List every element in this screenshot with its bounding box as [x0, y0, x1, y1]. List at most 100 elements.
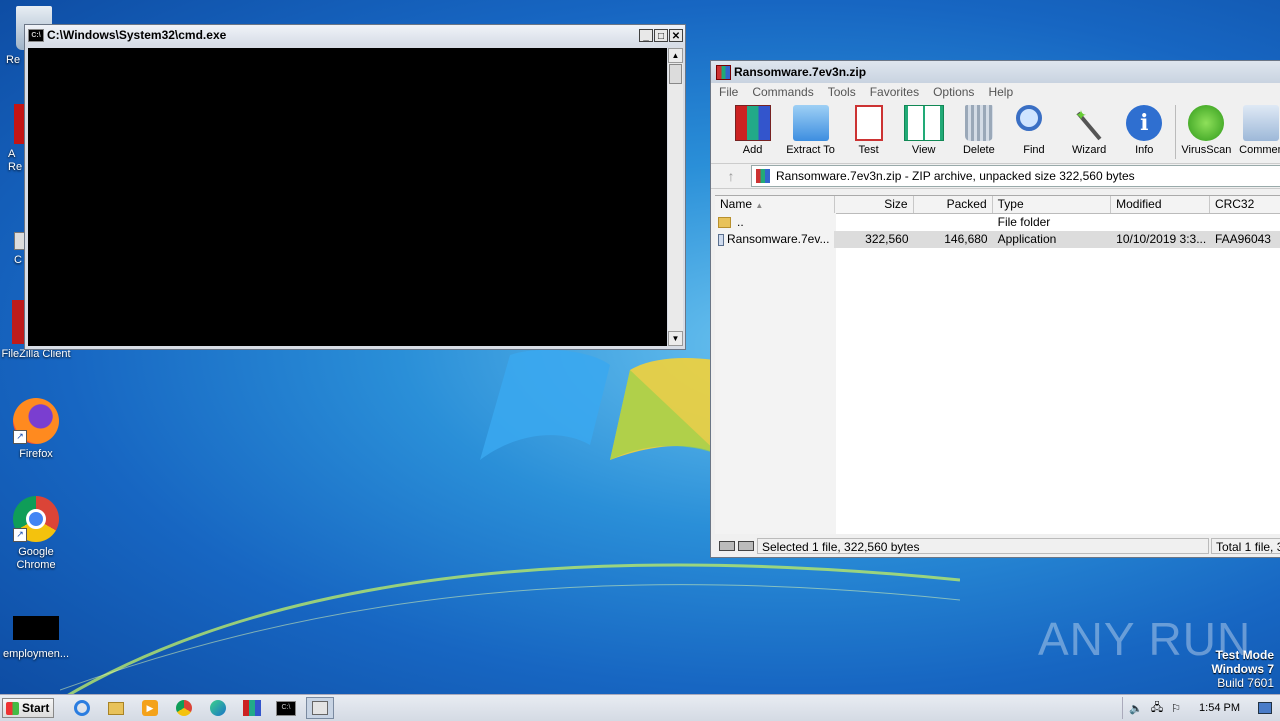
archive-path-field[interactable]: Ransomware.7ev3n.zip - ZIP archive, unpa… [751, 165, 1280, 187]
row-modified [1111, 214, 1210, 231]
column-crc32[interactable]: CRC32 [1210, 196, 1280, 213]
column-name[interactable]: Name ▲ [715, 196, 835, 213]
archive-path-text: Ransomware.7ev3n.zip - ZIP archive, unpa… [776, 169, 1135, 183]
action-center-flag-icon[interactable]: ⚐ [1171, 702, 1181, 715]
scroll-thumb[interactable] [669, 64, 682, 84]
file-list-header: Name ▲ Size Packed Type Modified CRC32 [715, 196, 1280, 214]
taskbar-explorer-button[interactable] [102, 697, 130, 719]
column-type[interactable]: Type [993, 196, 1112, 213]
winrar-window[interactable]: Ransomware.7ev3n.zip File Commands Tools… [710, 60, 1280, 558]
clock[interactable]: 1:54 PM [1199, 702, 1240, 714]
toolbar-label: Wizard [1072, 144, 1107, 156]
toolbar-label: Add [742, 144, 763, 156]
desktop-icon-firefox[interactable]: ↗ Firefox [0, 398, 72, 461]
column-name-label: Name [720, 197, 753, 211]
menu-commands[interactable]: Commands [752, 85, 813, 99]
row-modified: 10/10/2019 3:3... [1116, 232, 1207, 246]
cmd-title-text: C:\Windows\System32\cmd.exe [47, 28, 227, 42]
show-desktop-icon[interactable] [1258, 702, 1272, 714]
network-icon[interactable]: 🖧 [1151, 699, 1163, 718]
os-label: Windows 7 [1211, 662, 1274, 676]
scroll-up-icon[interactable]: ▲ [668, 48, 683, 63]
taskbar-winrar-button[interactable] [238, 697, 266, 719]
cmd-window[interactable]: C:\ C:\Windows\System32\cmd.exe _ □ ✕ ▲ … [24, 24, 686, 350]
toolbar-separator [1174, 105, 1176, 159]
toolbar-label: Commen [1239, 144, 1280, 156]
desktop-icon-label: Google Chrome [16, 546, 56, 571]
row-size: 322,560 [865, 232, 909, 246]
wizard-wand-icon: ✦ [1071, 105, 1107, 141]
shortcut-arrow-icon: ↗ [13, 528, 27, 542]
toolbar-label: Info [1135, 144, 1154, 156]
sort-up-icon: ▲ [755, 201, 764, 210]
taskbar-edge-button[interactable] [204, 697, 232, 719]
menu-tools[interactable]: Tools [828, 85, 856, 99]
menu-help[interactable]: Help [988, 85, 1013, 99]
name-column-background [715, 213, 836, 534]
menu-favorites[interactable]: Favorites [870, 85, 919, 99]
winrar-title-text: Ransomware.7ev3n.zip [734, 65, 867, 79]
taskbar-cmd-button[interactable]: C:\ [272, 697, 300, 719]
cmd-scrollbar[interactable]: ▲ ▼ [668, 48, 683, 346]
virusscan-icon [1188, 105, 1225, 141]
toolbar-label: Delete [962, 144, 995, 156]
info-icon: i [1126, 105, 1163, 141]
row-type: File folder [997, 215, 1051, 229]
row-crc: FAA96043 [1214, 232, 1271, 246]
toolbar-virusscan-button[interactable]: VirusScan [1179, 101, 1234, 156]
column-modified[interactable]: Modified [1111, 196, 1210, 213]
up-arrow-icon[interactable]: ↑ [711, 168, 751, 184]
column-size[interactable]: Size [835, 196, 914, 213]
row-type: Application [997, 232, 1057, 246]
winrar-titlebar[interactable]: Ransomware.7ev3n.zip [711, 61, 1280, 83]
volume-icon[interactable]: 🔈 [1129, 702, 1143, 715]
toolbar-test-button[interactable]: Test [841, 101, 896, 156]
wallpaper-swoosh [60, 563, 960, 700]
app-window-icon [312, 701, 328, 715]
table-row[interactable]: .. File folder [715, 214, 1280, 231]
taskbar-media-player-button[interactable]: ▶ [136, 697, 164, 719]
close-icon[interactable]: ✕ [669, 28, 683, 42]
archive-mini-icon [756, 169, 770, 183]
cmd-console[interactable] [28, 48, 667, 346]
scroll-down-icon[interactable]: ▼ [668, 331, 683, 346]
toolbar-wizard-button[interactable]: ✦ Wizard [1062, 101, 1117, 156]
menu-file[interactable]: File [719, 85, 738, 99]
toolbar-add-button[interactable]: Add [725, 101, 780, 156]
test-mode-notice: Test Mode Windows 7 Build 7601 [1211, 648, 1274, 690]
winrar-address-bar: ↑ Ransomware.7ev3n.zip - ZIP archive, un… [711, 164, 1280, 189]
delete-trash-icon [964, 105, 993, 141]
file-thumbnail-icon [13, 616, 59, 640]
folder-icon [108, 701, 124, 715]
winrar-menubar: File Commands Tools Favorites Options He… [711, 83, 1280, 101]
maximize-icon[interactable]: □ [654, 28, 668, 42]
cmd-titlebar[interactable]: C:\ C:\Windows\System32\cmd.exe _ □ ✕ [25, 25, 685, 45]
toolbar-comment-button[interactable]: Commen [1234, 101, 1280, 156]
toolbar-view-button[interactable]: View [896, 101, 951, 156]
chrome-icon [176, 700, 192, 716]
start-button[interactable]: Start [2, 698, 54, 718]
table-row[interactable]: Ransomware.7ev... 322,560 146,680 Applic… [715, 231, 1280, 248]
taskbar-chrome-button[interactable] [170, 697, 198, 719]
taskbar-ie-button[interactable] [68, 697, 96, 719]
file-list[interactable]: Name ▲ Size Packed Type Modified CRC32 .… [715, 195, 1280, 534]
drive-icon [719, 541, 735, 551]
toolbar-delete-button[interactable]: Delete [951, 101, 1006, 156]
application-icon [718, 233, 724, 246]
extract-folder-icon [792, 105, 829, 141]
desktop-icon-chrome[interactable]: ↗ Google Chrome [0, 496, 72, 572]
toolbar-info-button[interactable]: i Info [1117, 101, 1172, 156]
toolbar-find-button[interactable]: Find [1006, 101, 1061, 156]
menu-options[interactable]: Options [933, 85, 974, 99]
cmd-icon: C:\ [276, 700, 296, 716]
folder-icon [718, 217, 731, 228]
toolbar-extract-button[interactable]: Extract To [780, 101, 841, 156]
column-packed[interactable]: Packed [914, 196, 993, 213]
minimize-icon[interactable]: _ [639, 28, 653, 42]
view-book-icon [903, 105, 944, 141]
start-label: Start [22, 701, 50, 715]
media-player-icon: ▶ [142, 700, 158, 716]
desktop-icon-employment-file[interactable]: employmen... [0, 614, 72, 661]
taskbar: Start ▶ C:\ 🔈 🖧 ⚐ 1:54 PM [0, 694, 1280, 721]
taskbar-active-app-button[interactable] [306, 697, 334, 719]
